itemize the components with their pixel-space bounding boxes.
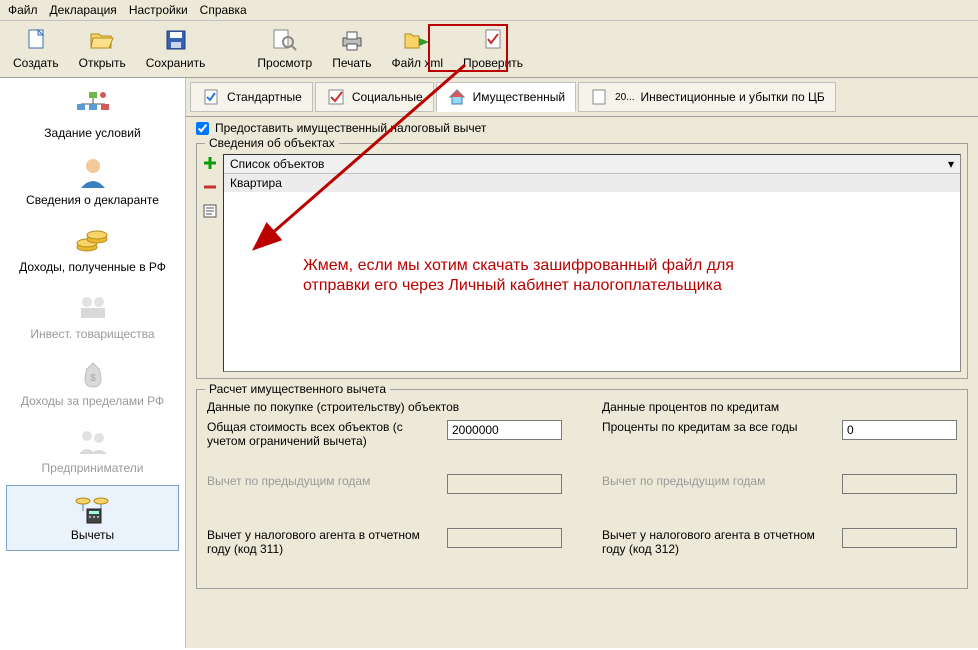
total-cost-label: Общая стоимость всех объектов (с учетом … [207,420,437,448]
prev-years-left-input [447,474,562,494]
sidebar-item-deductions[interactable]: Вычеты [6,485,179,551]
folder-open-icon [86,26,118,54]
handshake-icon [69,289,117,325]
people-icon [69,423,117,459]
tab-social[interactable]: Социальные [315,82,434,112]
person-icon [69,155,117,191]
open-button[interactable]: Открыть [70,23,135,75]
document-small-icon [589,87,609,107]
printer-icon [336,26,368,54]
tab-standard[interactable]: Стандартные [190,82,313,112]
remove-object-button[interactable] [201,178,219,196]
prev-years-label-right: Вычет по предыдущим годам [602,474,832,488]
tab-bar: Стандартные Социальные Имущественный 20.… [186,78,978,117]
sidebar-item-invest[interactable]: Инвест. товарищества [6,284,179,350]
chevron-down-icon[interactable]: ▾ [948,157,954,171]
house-icon [447,87,467,107]
edit-object-button[interactable] [201,202,219,220]
floppy-icon [160,26,192,54]
content-area: Стандартные Социальные Имущественный 20.… [186,78,978,648]
menu-bar: Файл Декларация Настройки Справка [0,0,978,21]
checkbox-red-icon [326,87,346,107]
total-cost-input[interactable] [447,420,562,440]
view-button[interactable]: Просмотр [248,23,321,75]
check-file-icon [477,26,509,54]
right-col-head: Данные процентов по кредитам [602,400,957,414]
annotation-text: Жмем, если мы хотим скачать зашифрованны… [303,256,863,296]
create-button[interactable]: Создать [4,23,68,75]
interest-label: Проценты по кредитам за все годы [602,420,832,434]
save-button[interactable]: Сохранить [137,23,215,75]
menu-settings[interactable]: Настройки [129,3,188,17]
print-button[interactable]: Печать [323,23,380,75]
objects-toolbar [197,150,223,378]
agent-312-input [842,528,957,548]
flowchart-icon [69,88,117,124]
coins-icon [69,222,117,258]
add-object-button[interactable] [201,154,219,172]
agent-312-label: Вычет у налогового агента в отчетном год… [602,528,832,556]
calc-left-col: Данные по покупке (строительству) объект… [207,400,562,582]
prev-years-label-left: Вычет по предыдущим годам [207,474,437,488]
provide-deduction-checkbox[interactable] [196,122,209,135]
calc-group: Расчет имущественного вычета Данные по п… [196,389,968,589]
agent-311-label: Вычет у налогового агента в отчетном год… [207,528,437,556]
interest-input[interactable] [842,420,957,440]
sidebar-item-income-rf[interactable]: Доходы, полученные в РФ [6,217,179,283]
calc-group-title: Расчет имущественного вычета [205,382,390,396]
left-col-head: Данные по покупке (строительству) объект… [207,400,562,414]
sidebar-item-conditions[interactable]: Задание условий [6,83,179,149]
clipboard-check-icon [201,87,221,107]
file-xml-button[interactable]: Файл xml [383,23,453,75]
calc-right-col: Данные процентов по кредитам Проценты по… [602,400,957,582]
magnifier-icon [269,26,301,54]
sidebar: Задание условий Сведения о декларанте До… [0,78,186,648]
sidebar-item-declarant[interactable]: Сведения о декларанте [6,150,179,216]
objects-list-header: Список объектов ▾ [224,155,960,174]
menu-declaration[interactable]: Декларация [50,3,117,17]
toolbar: Создать Открыть Сохранить Просмотр Печат… [0,21,978,78]
tab-property[interactable]: Имущественный [436,82,576,112]
list-item[interactable]: Квартира [224,174,960,192]
svg-text:$: $ [90,373,96,384]
sidebar-item-entrepreneurs[interactable]: Предприниматели [6,418,179,484]
objects-group-title: Сведения об объектах [205,136,339,150]
money-bag-icon: $ [69,356,117,392]
check-button[interactable]: Проверить [454,23,532,75]
sidebar-item-abroad[interactable]: $ Доходы за пределами РФ [6,351,179,417]
prev-years-right-input [842,474,957,494]
agent-311-input [447,528,562,548]
provide-label: Предоставить имущественный налоговый выч… [215,121,486,135]
tab-investment[interactable]: 20... Инвестиционные и убытки по ЦБ [578,82,836,112]
calculator-coins-icon [69,490,117,526]
menu-help[interactable]: Справка [200,3,247,17]
file-xml-icon [401,26,433,54]
menu-file[interactable]: Файл [8,3,38,17]
new-file-icon [20,26,52,54]
